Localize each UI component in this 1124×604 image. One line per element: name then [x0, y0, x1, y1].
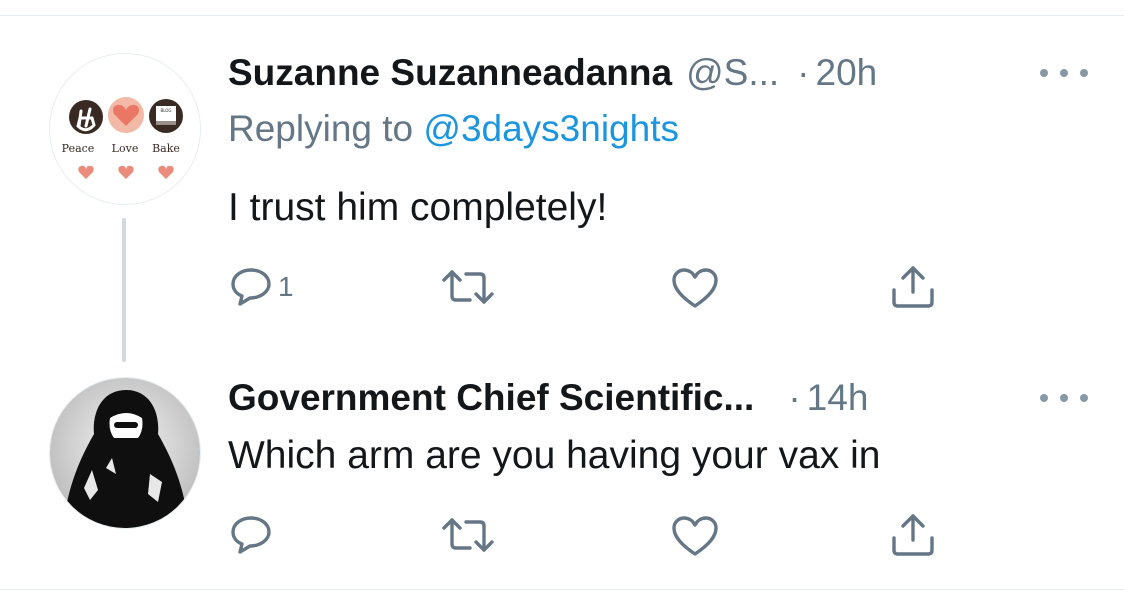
retweet-button[interactable]: [440, 264, 496, 310]
more-icon[interactable]: [1040, 56, 1088, 90]
share-button[interactable]: [888, 262, 938, 310]
avatar-blog-text: BLOG: [160, 108, 171, 113]
tweet-text: I trust him completely!: [228, 186, 608, 229]
replying-to: Replying to @3days3nights: [228, 108, 679, 150]
reply-count: 1: [278, 271, 294, 302]
like-icon: [672, 516, 718, 556]
avatar-word-peace: Peace: [62, 142, 95, 155]
retweet-icon: [442, 518, 494, 552]
avatar[interactable]: [49, 377, 201, 529]
avatar-word-love: Love: [112, 142, 139, 155]
timestamp[interactable]: 20h: [816, 52, 878, 94]
tweet-header: Suzanne Suzanneadanna @S... · 20h: [228, 48, 1088, 98]
reply-icon: [231, 516, 271, 554]
author-handle[interactable]: @S...: [686, 52, 779, 94]
retweet-button[interactable]: [440, 512, 496, 558]
separator-dot: ·: [797, 52, 810, 93]
retweet-icon: [442, 270, 494, 304]
like-button[interactable]: [670, 514, 720, 558]
timestamp[interactable]: 14h: [807, 377, 869, 419]
author-name[interactable]: Government Chief Scientific...: [228, 377, 754, 419]
bottom-divider: [0, 589, 1124, 590]
mention-link[interactable]: @3days3nights: [423, 108, 679, 149]
like-icon: [672, 268, 718, 308]
author-name[interactable]: Suzanne Suzanneadanna: [228, 52, 672, 94]
thread-connector-line: [122, 218, 126, 362]
replying-to-label: Replying to: [228, 108, 414, 149]
like-button[interactable]: [670, 266, 720, 310]
separator-dot: ·: [788, 377, 801, 418]
top-divider: [0, 15, 1124, 16]
reply-button[interactable]: [228, 512, 274, 558]
more-icon[interactable]: [1040, 381, 1088, 415]
reply-button[interactable]: 1: [228, 264, 294, 310]
share-icon: [892, 266, 934, 308]
tweet-text: Which arm are you having your vax in: [228, 434, 881, 477]
tweet-header: Government Chief Scientific... · 14h: [228, 373, 1088, 423]
share-button[interactable]: [888, 510, 938, 558]
reply-icon: [231, 268, 271, 306]
share-icon: [892, 514, 934, 556]
avatar[interactable]: BLOG Peace Love Bake: [49, 53, 201, 205]
avatar-word-bake: Bake: [152, 142, 180, 155]
